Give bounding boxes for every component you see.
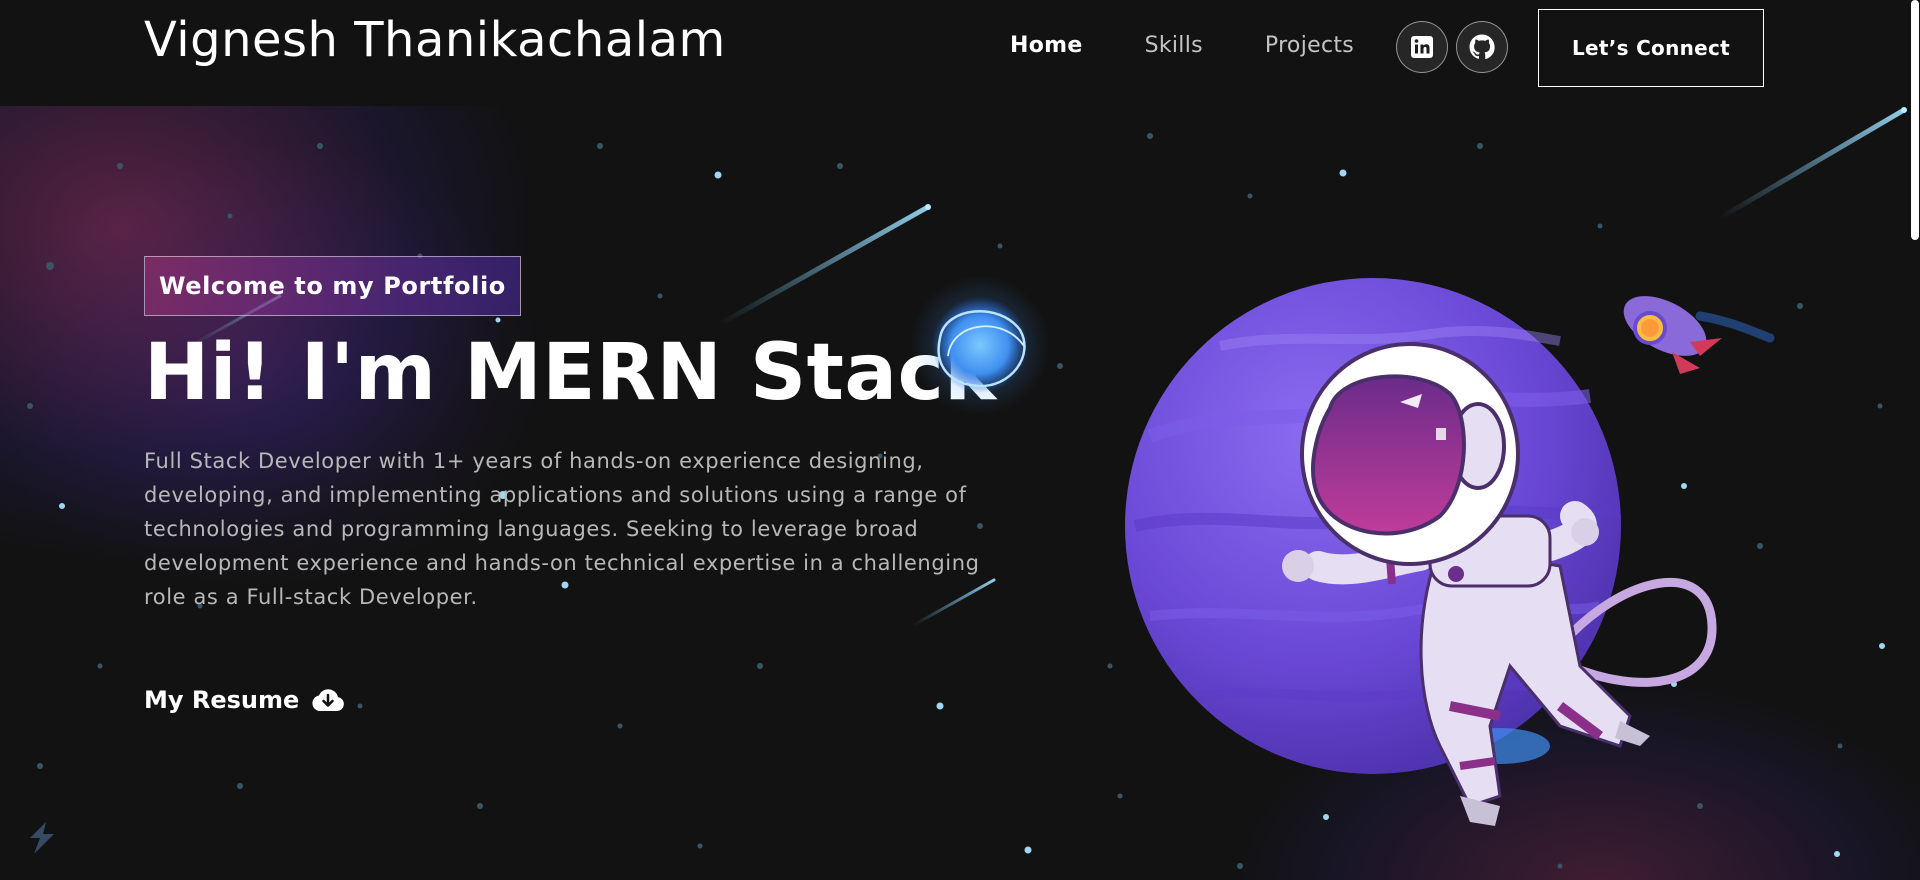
- github-icon: [1469, 34, 1495, 60]
- rocket: [1623, 296, 1775, 374]
- social-icons: [1396, 21, 1508, 73]
- hero-banner: Welcome to my Portfolio Hi! I'm MERN Sta…: [0, 106, 1920, 880]
- blue-orb: [910, 275, 1050, 415]
- linkedin-icon: [1411, 36, 1433, 58]
- brand-name[interactable]: Vignesh Thanikachalam: [144, 12, 726, 68]
- navbar: Vignesh Thanikachalam Home Skills Projec…: [0, 0, 1920, 106]
- lets-connect-button[interactable]: Let’s Connect: [1538, 9, 1764, 87]
- page-scrollbar-thumb[interactable]: [1911, 0, 1919, 240]
- portfolio-page: Vignesh Thanikachalam Home Skills Projec…: [0, 0, 1920, 880]
- nav-link-skills[interactable]: Skills: [1145, 33, 1203, 58]
- linkedin-button[interactable]: [1396, 21, 1448, 73]
- nav-links: Home Skills Projects: [1010, 33, 1416, 58]
- nav-link-projects[interactable]: Projects: [1265, 33, 1354, 58]
- corner-logo-icon: [30, 822, 54, 854]
- astronaut-planet-illustration: [910, 275, 1775, 826]
- nav-link-home[interactable]: Home: [1010, 33, 1083, 58]
- github-button[interactable]: [1456, 21, 1508, 73]
